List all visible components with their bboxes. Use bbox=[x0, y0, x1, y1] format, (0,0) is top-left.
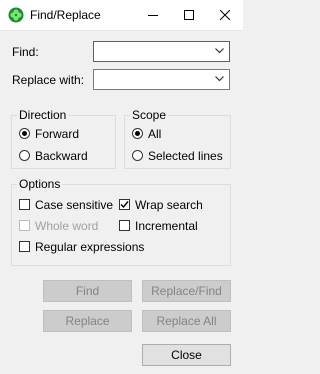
maximize-icon bbox=[184, 10, 194, 20]
app-clover-icon bbox=[8, 7, 24, 23]
window-title: Find/Replace bbox=[30, 8, 101, 22]
title-bar[interactable]: Find/Replace bbox=[0, 0, 243, 31]
incremental-checkbox[interactable] bbox=[119, 220, 130, 231]
replace-label: Replace with: bbox=[12, 73, 85, 87]
forward-radio[interactable] bbox=[19, 128, 30, 139]
scope-all-label[interactable]: All bbox=[148, 127, 161, 141]
find-button[interactable]: Find bbox=[43, 280, 132, 302]
scope-title: Scope bbox=[130, 108, 169, 122]
forward-label[interactable]: Forward bbox=[35, 127, 79, 141]
backward-radio[interactable] bbox=[19, 150, 30, 161]
selected-lines-label[interactable]: Selected lines bbox=[148, 149, 223, 163]
case-sensitive-checkbox[interactable] bbox=[19, 199, 30, 210]
regular-expressions-label[interactable]: Regular expressions bbox=[35, 240, 144, 254]
case-sensitive-label[interactable]: Case sensitive bbox=[35, 198, 113, 212]
wrap-search-checkbox[interactable] bbox=[119, 199, 130, 210]
scope-all-radio[interactable] bbox=[132, 128, 143, 139]
minimize-button[interactable] bbox=[135, 0, 171, 30]
options-title: Options bbox=[17, 177, 63, 191]
replace-all-button[interactable]: Replace All bbox=[142, 310, 231, 332]
wrap-search-label[interactable]: Wrap search bbox=[135, 198, 203, 212]
close-icon bbox=[220, 10, 230, 20]
find-label: Find: bbox=[12, 45, 39, 59]
maximize-button[interactable] bbox=[171, 0, 207, 30]
close-window-button[interactable] bbox=[207, 0, 243, 30]
close-button[interactable]: Close bbox=[142, 344, 231, 366]
checkmark-icon bbox=[120, 201, 129, 209]
chevron-down-icon[interactable] bbox=[215, 48, 224, 54]
find-combo[interactable] bbox=[93, 41, 230, 62]
minimize-icon bbox=[148, 15, 158, 16]
chevron-down-icon[interactable] bbox=[215, 76, 224, 82]
whole-word-label: Whole word bbox=[35, 219, 99, 233]
regular-expressions-checkbox[interactable] bbox=[19, 241, 30, 252]
incremental-label[interactable]: Incremental bbox=[135, 219, 198, 233]
replace-combo[interactable] bbox=[93, 69, 230, 90]
backward-label[interactable]: Backward bbox=[35, 149, 88, 163]
whole-word-checkbox bbox=[19, 220, 30, 231]
selected-lines-radio[interactable] bbox=[132, 150, 143, 161]
direction-title: Direction bbox=[17, 108, 69, 122]
replace-button[interactable]: Replace bbox=[43, 310, 132, 332]
replace-find-button[interactable]: Replace/Find bbox=[142, 280, 231, 302]
